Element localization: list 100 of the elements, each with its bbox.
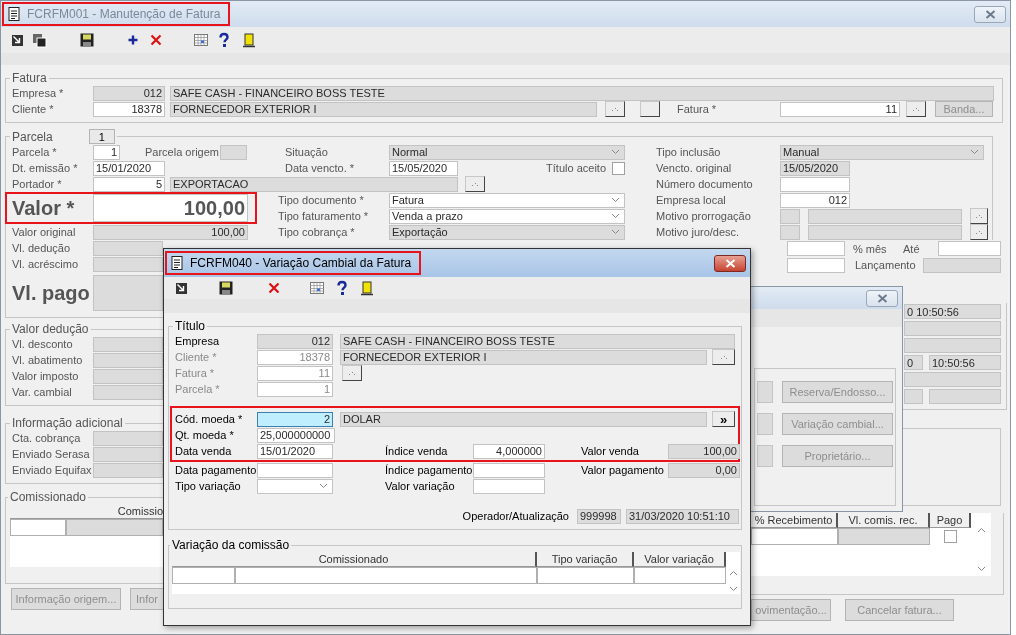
text-field[interactable]: 18378 bbox=[93, 101, 165, 117]
field-label: Tipo documento * bbox=[278, 194, 365, 206]
dots-icon bbox=[975, 229, 983, 235]
hidden-button[interactable] bbox=[757, 381, 773, 403]
dropdown[interactable] bbox=[257, 478, 333, 494]
text-field[interactable] bbox=[93, 384, 163, 400]
text-field[interactable]: 012 bbox=[93, 85, 165, 101]
text-field[interactable]: FORNECEDOR EXTERIOR I bbox=[340, 349, 707, 365]
lookup-button[interactable] bbox=[465, 176, 485, 192]
save-icon[interactable] bbox=[218, 280, 234, 296]
text-field[interactable] bbox=[904, 321, 1001, 336]
text-field[interactable]: 1 bbox=[93, 144, 120, 160]
text-field[interactable] bbox=[93, 336, 163, 352]
arrow-box-icon[interactable] bbox=[173, 280, 189, 296]
blank-button[interactable] bbox=[640, 101, 660, 117]
help-icon[interactable] bbox=[216, 32, 232, 48]
checkbox[interactable] bbox=[612, 161, 625, 175]
text-field[interactable]: SAFE CASH - FINANCEIRO BOSS TESTE bbox=[170, 85, 994, 101]
close-button[interactable] bbox=[714, 254, 746, 272]
text-field[interactable] bbox=[808, 224, 962, 240]
text-field[interactable] bbox=[93, 352, 163, 368]
delete-icon[interactable] bbox=[266, 280, 282, 296]
text-field[interactable]: SAFE CASH - FINANCEIRO BOSS TESTE bbox=[340, 333, 735, 349]
dropdown[interactable]: Normal bbox=[389, 144, 625, 160]
lookup-button[interactable] bbox=[342, 365, 362, 381]
text-field[interactable]: 18378 bbox=[257, 349, 333, 365]
text-field[interactable] bbox=[93, 430, 163, 446]
text-field[interactable] bbox=[780, 224, 800, 240]
text-field[interactable] bbox=[923, 257, 1001, 273]
text-field[interactable] bbox=[938, 241, 1001, 256]
text-field[interactable] bbox=[787, 257, 845, 273]
text-field[interactable]: 15/05/2020 bbox=[780, 160, 850, 176]
text-field[interactable]: 5 bbox=[93, 176, 165, 192]
exit-door-icon[interactable] bbox=[359, 280, 375, 296]
dropdown[interactable]: Fatura bbox=[389, 192, 625, 208]
text-field[interactable] bbox=[929, 389, 1001, 404]
save-icon[interactable] bbox=[79, 32, 95, 48]
text-field[interactable] bbox=[257, 462, 333, 478]
text-field[interactable]: 15/01/2020 bbox=[93, 160, 165, 176]
text-field[interactable]: 15/05/2020 bbox=[389, 160, 458, 176]
delete-icon[interactable] bbox=[148, 32, 164, 48]
dropdown[interactable]: Exportação bbox=[389, 224, 625, 240]
text-field[interactable]: DOLAR bbox=[340, 411, 707, 427]
grid-icon[interactable] bbox=[309, 280, 325, 296]
stacked-windows-icon[interactable] bbox=[31, 32, 47, 48]
text-field[interactable]: 11 bbox=[257, 365, 333, 381]
text-field[interactable] bbox=[787, 241, 845, 256]
text-field[interactable] bbox=[220, 144, 247, 160]
hidden-button[interactable] bbox=[757, 413, 773, 435]
grid-icon[interactable] bbox=[193, 32, 209, 48]
text-field[interactable] bbox=[93, 275, 163, 311]
text-field[interactable]: 999998 bbox=[577, 508, 621, 524]
text-field[interactable]: FORNECEDOR EXTERIOR I bbox=[170, 101, 597, 117]
chevron-up-icon bbox=[976, 527, 986, 533]
checkbox[interactable] bbox=[944, 530, 957, 543]
exit-door-icon[interactable] bbox=[241, 32, 257, 48]
text-field[interactable]: 11 bbox=[780, 101, 900, 117]
text-field[interactable] bbox=[93, 446, 163, 462]
help-icon[interactable] bbox=[334, 280, 350, 296]
text-field[interactable]: 15/01/2020 bbox=[257, 443, 333, 459]
text-field[interactable] bbox=[473, 462, 545, 478]
close-icon bbox=[984, 9, 996, 19]
text-field[interactable] bbox=[904, 372, 1001, 387]
text-field[interactable] bbox=[780, 176, 850, 192]
text-field[interactable] bbox=[473, 478, 545, 494]
arrow-box-icon[interactable] bbox=[9, 32, 25, 48]
text-field[interactable] bbox=[904, 389, 923, 404]
lookup-button[interactable] bbox=[906, 101, 926, 117]
forward-button[interactable]: » bbox=[712, 411, 735, 427]
lookup-button[interactable] bbox=[712, 349, 735, 365]
text-field[interactable]: 1 bbox=[257, 381, 333, 397]
text-field[interactable]: 4,000000 bbox=[473, 443, 545, 459]
text-field[interactable] bbox=[904, 338, 1001, 353]
date-field[interactable]: 0 bbox=[904, 355, 923, 370]
text-field[interactable]: 012 bbox=[780, 192, 850, 208]
parcela-tab[interactable]: 1 bbox=[88, 129, 115, 144]
text-field[interactable] bbox=[93, 368, 163, 384]
field-label: Data venda bbox=[175, 445, 233, 457]
text-field[interactable]: 0,00 bbox=[668, 462, 740, 478]
text-field[interactable] bbox=[808, 208, 962, 224]
lookup-button[interactable] bbox=[970, 208, 988, 224]
dropdown[interactable]: Venda a prazo bbox=[389, 208, 625, 224]
text-field[interactable]: EXPORTACAO bbox=[170, 176, 458, 192]
text-field[interactable]: 25,000000000 bbox=[257, 427, 335, 443]
text-field[interactable] bbox=[93, 256, 163, 272]
text-field[interactable]: 100,00 bbox=[93, 194, 248, 222]
text-field[interactable]: 100,00 bbox=[668, 443, 740, 459]
dropdown[interactable]: Manual bbox=[780, 144, 984, 160]
text-field[interactable]: 100,00 bbox=[93, 224, 248, 240]
hidden-button[interactable] bbox=[757, 445, 773, 467]
text-field[interactable]: 012 bbox=[257, 333, 333, 349]
text-field[interactable] bbox=[780, 208, 800, 224]
text-field[interactable]: 2 bbox=[257, 411, 333, 427]
text-field[interactable]: 31/03/2020 10:51:10 bbox=[626, 508, 739, 524]
lookup-button[interactable] bbox=[970, 224, 988, 240]
time-field[interactable]: 10:50:56 bbox=[929, 355, 1001, 370]
text-field[interactable] bbox=[93, 240, 163, 256]
text-field[interactable] bbox=[93, 462, 163, 478]
time-field[interactable]: 0 10:50:56 bbox=[904, 304, 1001, 319]
lookup-button[interactable] bbox=[605, 101, 625, 117]
